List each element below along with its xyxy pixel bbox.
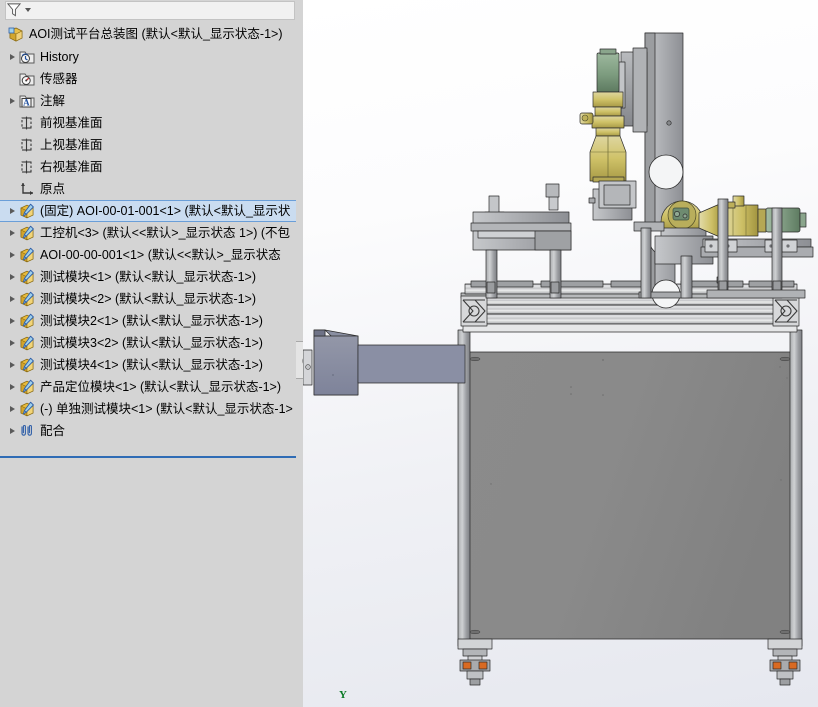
tree-item-12[interactable]: 测试模块2<1> (默认<默认_显示状态-1>) bbox=[0, 310, 303, 332]
tree-item-label: 配合 bbox=[40, 424, 66, 438]
component-icon bbox=[18, 334, 36, 352]
expand-arrow-icon[interactable] bbox=[7, 52, 18, 63]
expand-arrow-icon[interactable] bbox=[7, 360, 18, 371]
tree-item-15[interactable]: 产品定位模块<1> (默认<默认_显示状态-1>) bbox=[0, 376, 303, 398]
tree-item-3[interactable]: 前视基准面 bbox=[0, 112, 303, 134]
chevron-down-icon[interactable] bbox=[25, 8, 31, 12]
expand-arrow-icon[interactable] bbox=[7, 404, 18, 415]
tree-item-label: 上视基准面 bbox=[40, 138, 103, 152]
tree-item-label: (固定) AOI-00-01-001<1> (默认<默认_显示状 bbox=[40, 204, 291, 218]
assembly-icon bbox=[7, 25, 25, 43]
component-icon bbox=[18, 268, 36, 286]
expand-arrow-icon[interactable] bbox=[7, 426, 18, 437]
axis-indicator-y: Y bbox=[339, 689, 347, 701]
tree-item-label: 测试模块<1> (默认<默认_显示状态-1>) bbox=[40, 270, 257, 284]
tree-item-label: 测试模块2<1> (默认<默认_显示状态-1>) bbox=[40, 314, 263, 328]
expand-arrow-icon[interactable] bbox=[7, 250, 18, 261]
annotations-folder-icon: A bbox=[18, 92, 36, 110]
component-icon bbox=[18, 356, 36, 374]
sensors-folder-icon bbox=[18, 70, 36, 88]
tree-item-label: AOI-00-00-001<1> (默认<<默认>_显示状态 bbox=[40, 248, 281, 262]
expand-arrow-placeholder bbox=[7, 162, 18, 173]
tree-item-7[interactable]: (固定) AOI-00-01-001<1> (默认<默认_显示状 bbox=[0, 200, 303, 222]
component-icon bbox=[18, 378, 36, 396]
expand-arrow-icon[interactable] bbox=[7, 382, 18, 393]
tree-item-14[interactable]: 测试模块4<1> (默认<默认_显示状态-1>) bbox=[0, 354, 303, 376]
history-folder-icon bbox=[18, 48, 36, 66]
tree-item-16[interactable]: (-) 单独测试模块<1> (默认<默认_显示状态-1> bbox=[0, 398, 303, 420]
graphics-viewport[interactable]: Y bbox=[303, 0, 818, 707]
tree-item-5[interactable]: 右视基准面 bbox=[0, 156, 303, 178]
component-icon bbox=[18, 400, 36, 418]
plane-icon bbox=[18, 136, 36, 154]
tree-filter-input[interactable] bbox=[5, 1, 295, 20]
expand-arrow-icon[interactable] bbox=[7, 338, 18, 349]
tree-item-label: 传感器 bbox=[40, 72, 78, 86]
tree-root-item[interactable]: AOI测试平台总装图 (默认<默认_显示状态-1>) bbox=[0, 22, 303, 46]
tree-item-0[interactable]: History bbox=[0, 46, 303, 68]
tree-item-1[interactable]: 传感器 bbox=[0, 68, 303, 90]
tree-item-label: 前视基准面 bbox=[40, 116, 103, 130]
tree-bottom-divider bbox=[0, 456, 303, 458]
origin-icon bbox=[18, 180, 36, 198]
tree-item-4[interactable]: 上视基准面 bbox=[0, 134, 303, 156]
tree-item-10[interactable]: 测试模块<1> (默认<默认_显示状态-1>) bbox=[0, 266, 303, 288]
expand-arrow-icon[interactable] bbox=[7, 294, 18, 305]
plane-icon bbox=[18, 158, 36, 176]
tree-item-label: 测试模块4<1> (默认<默认_显示状态-1>) bbox=[40, 358, 263, 372]
svg-text:A: A bbox=[23, 98, 30, 108]
solidworks-window: AOI测试平台总装图 (默认<默认_显示状态-1>) History 传感器 A 注解… bbox=[0, 0, 818, 707]
expand-arrow-icon[interactable] bbox=[7, 96, 18, 107]
tree-item-11[interactable]: 测试模块<2> (默认<默认_显示状态-1>) bbox=[0, 288, 303, 310]
tree-item-2[interactable]: A 注解 bbox=[0, 90, 303, 112]
feature-manager-panel: AOI测试平台总装图 (默认<默认_显示状态-1>) History 传感器 A 注解… bbox=[0, 0, 310, 707]
component-icon bbox=[18, 290, 36, 308]
tree-filter-bar bbox=[0, 0, 303, 22]
tree-item-list: History 传感器 A 注解前视基准面上视基准面右视基准面原点 (固定) AOI-0… bbox=[0, 46, 303, 442]
tree-item-label: History bbox=[40, 50, 79, 64]
tree-item-label: 注解 bbox=[40, 94, 66, 108]
tree-item-label: 原点 bbox=[40, 182, 66, 196]
tree-item-9[interactable]: AOI-00-00-001<1> (默认<<默认>_显示状态 bbox=[0, 244, 303, 266]
component-icon bbox=[18, 312, 36, 330]
component-icon bbox=[18, 224, 36, 242]
tree-item-label: 工控机<3> (默认<<默认>_显示状态 1>) (不包 bbox=[40, 226, 291, 240]
expand-arrow-placeholder bbox=[7, 184, 18, 195]
tree-item-label: 右视基准面 bbox=[40, 160, 103, 174]
expand-arrow-icon[interactable] bbox=[7, 228, 18, 239]
tree-root-label: AOI测试平台总装图 (默认<默认_显示状态-1>) bbox=[29, 27, 283, 41]
feature-tree[interactable]: AOI测试平台总装图 (默认<默认_显示状态-1>) History 传感器 A 注解… bbox=[0, 22, 303, 707]
plane-icon bbox=[18, 114, 36, 132]
tree-item-8[interactable]: 工控机<3> (默认<<默认>_显示状态 1>) (不包 bbox=[0, 222, 303, 244]
tree-item-label: 产品定位模块<1> (默认<默认_显示状态-1>) bbox=[40, 380, 282, 394]
expand-arrow-icon[interactable] bbox=[7, 206, 18, 217]
expand-arrow-placeholder bbox=[7, 140, 18, 151]
expand-arrow-placeholder bbox=[7, 118, 18, 129]
component-icon bbox=[18, 246, 36, 264]
cad-model-3d bbox=[303, 32, 814, 686]
expand-arrow-placeholder bbox=[7, 74, 18, 85]
tree-item-label: 测试模块3<2> (默认<默认_显示状态-1>) bbox=[40, 336, 263, 350]
tree-item-label: (-) 单独测试模块<1> (默认<默认_显示状态-1> bbox=[40, 402, 293, 416]
tree-item-17[interactable]: 配合 bbox=[0, 420, 303, 442]
expand-arrow-icon[interactable] bbox=[7, 316, 18, 327]
tree-item-6[interactable]: 原点 bbox=[0, 178, 303, 200]
component-icon bbox=[18, 202, 36, 220]
expand-arrow-icon[interactable] bbox=[7, 272, 18, 283]
mates-icon bbox=[18, 422, 36, 440]
filter-funnel-icon[interactable] bbox=[6, 2, 22, 17]
tree-item-label: 测试模块<2> (默认<默认_显示状态-1>) bbox=[40, 292, 257, 306]
tree-item-13[interactable]: 测试模块3<2> (默认<默认_显示状态-1>) bbox=[0, 332, 303, 354]
